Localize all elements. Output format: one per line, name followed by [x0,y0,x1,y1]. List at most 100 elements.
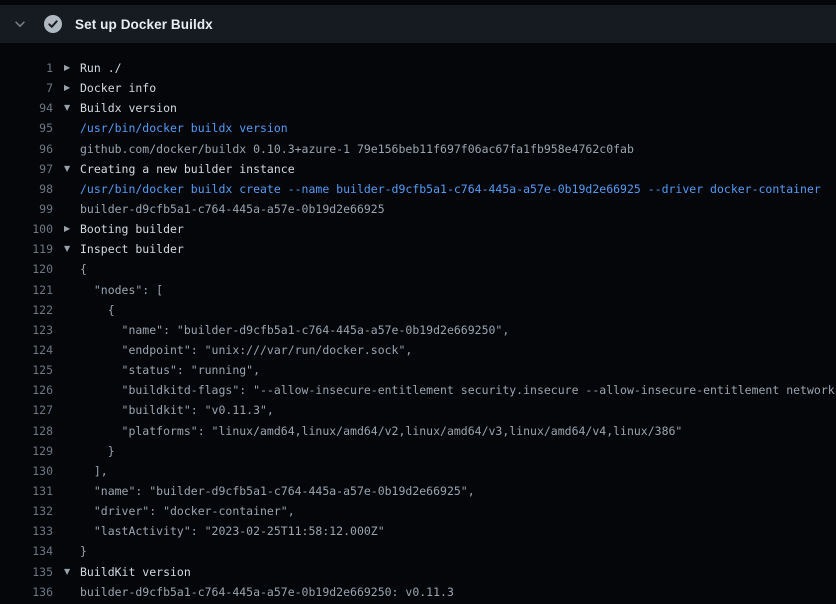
line-number[interactable]: 95 [0,118,53,138]
check-circle-icon [44,15,62,33]
log-text: builder-d9cfb5a1-c764-445a-a57e-0b19d2e6… [80,199,385,219]
triangle-right-icon[interactable]: ▶ [53,58,80,78]
line-number[interactable]: 136 [0,582,53,602]
triangle-down-icon[interactable]: ▼ [53,98,80,118]
line-number[interactable]: 125 [0,360,53,380]
triangle-right-icon[interactable]: ▶ [53,219,80,239]
log-text: "buildkit": "v0.11.3", [80,400,274,420]
line-number[interactable]: 135 [0,562,53,582]
log-line: 123 "name": "builder-d9cfb5a1-c764-445a-… [0,320,836,340]
triangle-right-icon[interactable]: ▶ [53,78,80,98]
log-text: ], [80,461,108,481]
log-text: /usr/bin/docker buildx create --name bui… [80,179,821,199]
log-text: Buildx version [80,98,177,118]
log-text: "buildkitd-flags": "--allow-insecure-ent… [80,380,836,400]
log-line: 122 { [0,300,836,320]
log-line: 136 builder-d9cfb5a1-c764-445a-a57e-0b19… [0,582,836,602]
log-text: Inspect builder [80,239,184,259]
log-lines: 1 ▶ Run ./ 7 ▶ Docker info 94 ▼ Buildx v… [0,43,836,602]
triangle-down-icon[interactable]: ▼ [53,159,80,179]
gutter-spacer [53,380,80,400]
log-line[interactable]: 135 ▼ BuildKit version [0,562,836,582]
line-number[interactable]: 97 [0,159,53,179]
line-number[interactable]: 131 [0,481,53,501]
log-text: Creating a new builder instance [80,159,295,179]
line-number[interactable]: 124 [0,340,53,360]
log-text: "nodes": [ [80,280,163,300]
log-line[interactable]: 94 ▼ Buildx version [0,98,836,118]
gutter-spacer [53,360,80,380]
gutter-spacer [53,501,80,521]
line-number[interactable]: 98 [0,179,53,199]
line-number[interactable]: 132 [0,501,53,521]
gutter-spacer [53,118,80,138]
log-text: Docker info [80,78,156,98]
log-text: Run ./ [80,58,122,78]
gutter-spacer [53,441,80,461]
log-line: 98 /usr/bin/docker buildx create --name … [0,179,836,199]
log-line[interactable]: 97 ▼ Creating a new builder instance [0,159,836,179]
line-number[interactable]: 123 [0,320,53,340]
log-text: { [80,259,87,279]
line-number[interactable]: 129 [0,441,53,461]
line-number[interactable]: 100 [0,219,53,239]
log-line[interactable]: 119 ▼ Inspect builder [0,239,836,259]
log-text: "driver": "docker-container", [80,501,295,521]
log-line: 132 "driver": "docker-container", [0,501,836,521]
chevron-down-icon[interactable] [13,17,37,31]
log-line: 125 "status": "running", [0,360,836,380]
log-text: "platforms": "linux/amd64,linux/amd64/v2… [80,421,682,441]
gutter-spacer [53,259,80,279]
log-text: "name": "builder-d9cfb5a1-c764-445a-a57e… [80,320,509,340]
log-line: 99 builder-d9cfb5a1-c764-445a-a57e-0b19d… [0,199,836,219]
line-number[interactable]: 128 [0,421,53,441]
log-line: 131 "name": "builder-d9cfb5a1-c764-445a-… [0,481,836,501]
line-number[interactable]: 121 [0,280,53,300]
log-line[interactable]: 100 ▶ Booting builder [0,219,836,239]
log-line: 128 "platforms": "linux/amd64,linux/amd6… [0,421,836,441]
log-text: /usr/bin/docker buildx version [80,118,288,138]
line-number[interactable]: 119 [0,239,53,259]
log-text: "endpoint": "unix:///var/run/docker.sock… [80,340,412,360]
log-line: 95 /usr/bin/docker buildx version [0,118,836,138]
log-line[interactable]: 7 ▶ Docker info [0,78,836,98]
line-number[interactable]: 130 [0,461,53,481]
log-line: 126 "buildkitd-flags": "--allow-insecure… [0,380,836,400]
log-line[interactable]: 1 ▶ Run ./ [0,58,836,78]
line-number[interactable]: 120 [0,259,53,279]
line-number[interactable]: 134 [0,541,53,561]
line-number[interactable]: 94 [0,98,53,118]
log-text: "name": "builder-d9cfb5a1-c764-445a-a57e… [80,481,475,501]
line-number[interactable]: 7 [0,78,53,98]
log-text: github.com/docker/buildx 0.10.3+azure-1 … [80,139,634,159]
log-line: 133 "lastActivity": "2023-02-25T11:58:12… [0,521,836,541]
line-number[interactable]: 1 [0,58,53,78]
gutter-spacer [53,421,80,441]
log-line: 127 "buildkit": "v0.11.3", [0,400,836,420]
step-header[interactable]: Set up Docker Buildx [0,5,836,43]
log-line: 96 github.com/docker/buildx 0.10.3+azure… [0,139,836,159]
line-number[interactable]: 126 [0,380,53,400]
gutter-spacer [53,139,80,159]
log-text: builder-d9cfb5a1-c764-445a-a57e-0b19d2e6… [80,582,454,602]
gutter-spacer [53,541,80,561]
log-line: 130 ], [0,461,836,481]
line-number[interactable]: 122 [0,300,53,320]
log-line: 129 } [0,441,836,461]
triangle-down-icon[interactable]: ▼ [53,562,80,582]
gutter-spacer [53,481,80,501]
log-text: } [80,541,87,561]
log-line: 134 } [0,541,836,561]
log-text: "lastActivity": "2023-02-25T11:58:12.000… [80,521,385,541]
gutter-spacer [53,521,80,541]
log-text: BuildKit version [80,562,191,582]
triangle-down-icon[interactable]: ▼ [53,239,80,259]
line-number[interactable]: 96 [0,139,53,159]
line-number[interactable]: 127 [0,400,53,420]
log-line: 120 { [0,259,836,279]
line-number[interactable]: 99 [0,199,53,219]
line-number[interactable]: 133 [0,521,53,541]
log-line: 121 "nodes": [ [0,280,836,300]
log-text: } [80,441,115,461]
gutter-spacer [53,179,80,199]
